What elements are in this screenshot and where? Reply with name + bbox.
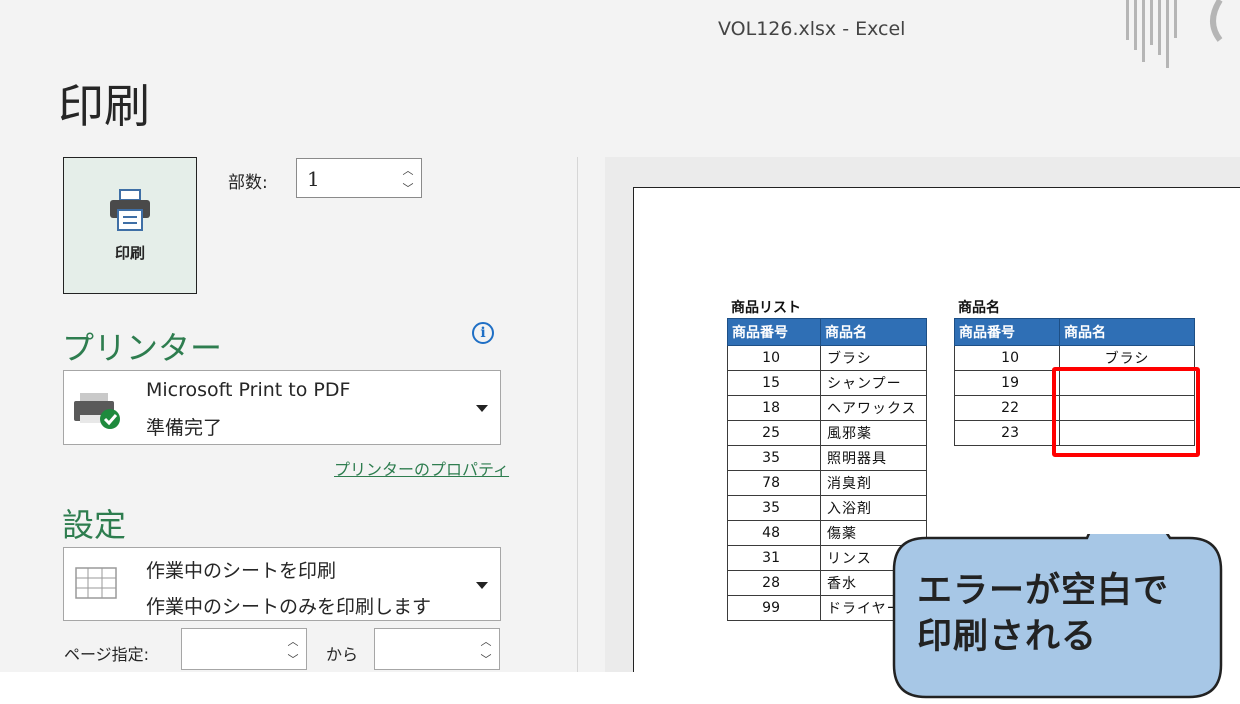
settings-heading: 設定	[62, 506, 127, 544]
product-number-cell: 31	[727, 545, 821, 571]
product-name-cell: 入浴剤	[820, 495, 927, 521]
product-name-cell: ヘアワックス	[820, 395, 927, 421]
table-row: 25 風邪薬	[727, 420, 927, 446]
table-row: 78 消臭剤	[727, 470, 927, 496]
caret-down-icon	[476, 405, 488, 412]
pages-to-label: から	[326, 645, 359, 664]
print-scope-title: 作業中のシートを印刷	[146, 560, 337, 582]
product-name-cell: ブラシ	[820, 345, 927, 371]
copies-value: 1	[307, 167, 320, 191]
callout-text: エラーが空白で 印刷される	[917, 568, 1169, 660]
product-list-title: 商品リスト	[731, 300, 801, 316]
chevron-up-icon[interactable]: ︿	[288, 633, 299, 649]
callout-line1: エラーが空白で	[917, 571, 1170, 611]
copies-label: 部数:	[228, 173, 268, 193]
product-number-cell: 22	[954, 395, 1060, 421]
product-number-cell: 23	[954, 420, 1060, 446]
printer-properties-link[interactable]: プリンターのプロパティ	[334, 456, 509, 480]
error-highlight-box	[1052, 367, 1200, 457]
callout-line2: 印刷される	[917, 617, 1098, 657]
printer-status: 準備完了	[146, 417, 223, 439]
printer-heading: プリンター	[62, 329, 223, 367]
title-decoration	[1126, 0, 1223, 68]
product-number-cell: 19	[954, 370, 1060, 396]
table-row: 15 シャンプー	[727, 370, 927, 396]
print-button[interactable]: 印刷	[63, 157, 197, 294]
chevron-down-icon[interactable]: ﹀	[288, 651, 299, 667]
column-header: 商品番号	[954, 318, 1060, 346]
printer-icon	[110, 189, 150, 231]
table-row: 10 ブラシ	[727, 345, 927, 371]
chevron-up-icon[interactable]: ︿	[403, 162, 414, 178]
print-scope-desc: 作業中のシートのみを印刷します	[146, 596, 432, 618]
caret-down-icon	[476, 582, 488, 589]
info-icon[interactable]: i	[472, 322, 494, 344]
sheet-grid-icon	[75, 567, 117, 599]
column-header: 商品名	[1059, 318, 1195, 346]
product-name-cell: 消臭剤	[820, 470, 927, 496]
product-number-cell: 10	[954, 345, 1060, 371]
pane-divider	[577, 157, 578, 672]
product-number-cell: 10	[727, 345, 821, 371]
product-number-cell: 35	[727, 495, 821, 521]
product-number-cell: 15	[727, 370, 821, 396]
product-number-cell: 35	[727, 445, 821, 471]
table-row: 18 ヘアワックス	[727, 395, 927, 421]
product-number-cell: 78	[727, 470, 821, 496]
chevron-down-icon[interactable]: ﹀	[403, 180, 414, 196]
window-title: VOL126.xlsx - Excel	[718, 18, 906, 40]
pages-from-input[interactable]: ︿ ﹀	[181, 628, 307, 670]
product-name-cell: 風邪薬	[820, 420, 927, 446]
product-number-cell: 99	[727, 595, 821, 621]
table-row: 35 照明器具	[727, 445, 927, 471]
column-header: 商品名	[820, 318, 927, 346]
printer-name: Microsoft Print to PDF	[146, 379, 351, 401]
product-number-cell: 25	[727, 420, 821, 446]
copies-stepper[interactable]: 1 ︿ ﹀	[296, 158, 422, 198]
product-number-cell: 48	[727, 520, 821, 546]
pages-label: ページ指定:	[64, 645, 150, 664]
printer-ready-icon	[74, 393, 120, 429]
product-name-cell: 照明器具	[820, 445, 927, 471]
product-name-cell: シャンプー	[820, 370, 927, 396]
print-scope-select[interactable]: 作業中のシートを印刷 作業中のシートのみを印刷します	[63, 547, 501, 621]
lookup-title: 商品名	[958, 300, 1000, 316]
column-header: 商品番号	[727, 318, 821, 346]
chevron-down-icon[interactable]: ﹀	[481, 651, 492, 667]
copies-spin[interactable]: ︿ ﹀	[401, 162, 415, 196]
chevron-up-icon[interactable]: ︿	[481, 633, 492, 649]
product-number-cell: 18	[727, 395, 821, 421]
print-button-label: 印刷	[114, 244, 145, 262]
product-number-cell: 28	[727, 570, 821, 596]
table-row: 35 入浴剤	[727, 495, 927, 521]
printer-select[interactable]: Microsoft Print to PDF 準備完了	[63, 370, 501, 445]
pages-to-input[interactable]: ︿ ﹀	[374, 628, 500, 670]
page-title: 印刷	[58, 79, 150, 133]
